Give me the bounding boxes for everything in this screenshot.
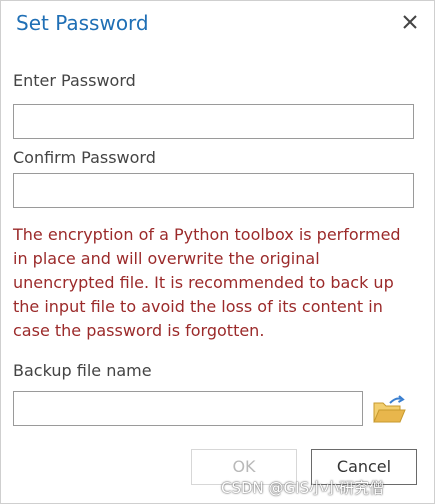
close-button[interactable] [399,11,421,33]
confirm-password-input[interactable] [13,173,414,208]
enter-password-label: Enter Password [13,71,136,90]
confirm-password-label: Confirm Password [13,148,156,167]
enter-password-input[interactable] [13,104,414,139]
backup-file-name-label: Backup file name [13,361,152,380]
dialog-title: Set Password [16,11,149,35]
close-icon[interactable] [399,11,421,33]
open-folder-icon[interactable] [372,395,406,425]
encryption-warning-text: The encryption of a Python toolbox is pe… [13,225,401,340]
browse-button[interactable] [372,395,406,425]
watermark: CSDN @GIS小小研究僧 [221,479,385,497]
set-password-dialog: Set Password Enter Password Confirm Pass… [0,0,435,504]
backup-file-name-input[interactable] [13,391,363,426]
